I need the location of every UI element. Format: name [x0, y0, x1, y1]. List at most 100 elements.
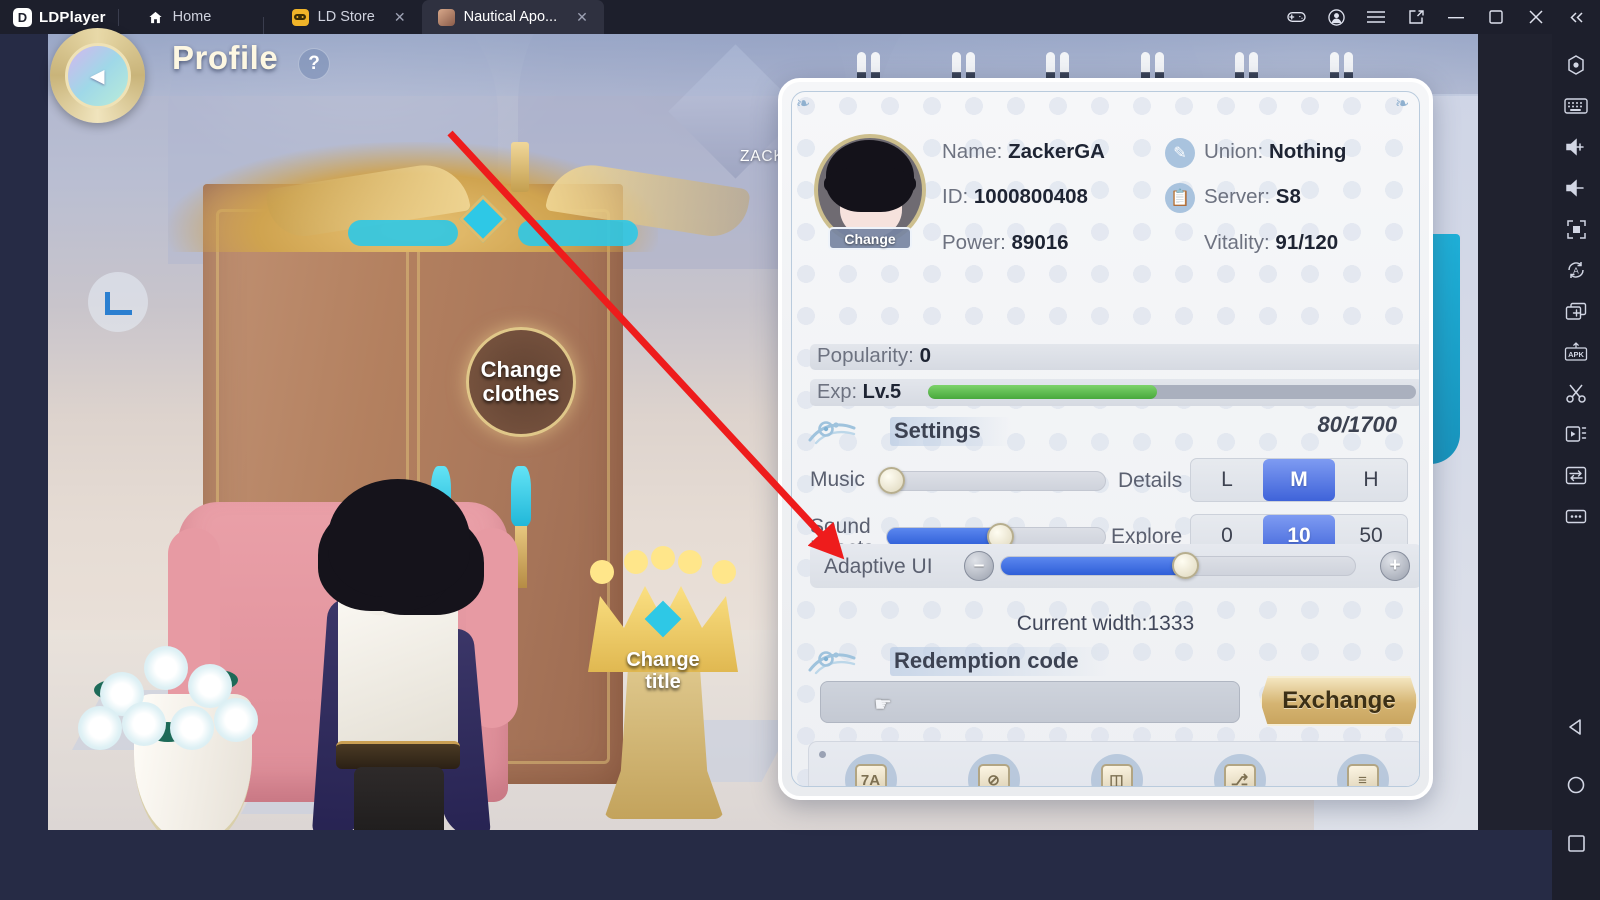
details-option-l[interactable]: L [1191, 459, 1263, 501]
recents-icon[interactable] [1559, 826, 1593, 860]
video-record-icon[interactable] [1559, 417, 1593, 451]
popout-icon[interactable] [1396, 0, 1436, 34]
name-value: ZackerGA [1008, 140, 1105, 163]
game-icon [437, 8, 455, 26]
page-title: Profile [172, 39, 279, 76]
emulator-sidebar: A APK [1552, 34, 1600, 900]
server-value: S8 [1275, 185, 1301, 208]
settings-title: Settings [890, 416, 1011, 446]
avatar[interactable]: Change [814, 134, 926, 250]
exp-level: Lv.5 [862, 381, 902, 403]
panel-inner: ❧ ❧ Change Name: ZackerGA ✎ Union: Nothi… [791, 91, 1420, 787]
install-apk-icon[interactable]: APK [1559, 335, 1593, 369]
vitality-field: Vitality: 91/120 [1204, 231, 1338, 255]
corner-ornament-icon: ❧ [796, 94, 811, 113]
settings-section-header: Settings [808, 414, 1011, 448]
fullscreen-icon[interactable] [1559, 212, 1593, 246]
pencil-icon[interactable]: ✎ [1165, 138, 1195, 168]
music-knob[interactable] [878, 467, 906, 494]
adaptive-knob[interactable] [1172, 552, 1200, 579]
more-icon[interactable] [1559, 499, 1593, 533]
change-title-button[interactable]: Change title [607, 632, 719, 712]
home-circle-icon[interactable] [1559, 768, 1593, 802]
tab-close-icon[interactable]: ✕ [576, 9, 588, 26]
exp-field: Exp: Lv.5 [817, 381, 901, 404]
volume-down-icon[interactable] [1559, 171, 1593, 205]
tab-ld-store[interactable]: LD Store ✕ [276, 0, 422, 34]
gamepad-icon[interactable] [1276, 0, 1316, 34]
app-name: LDPlayer [39, 8, 106, 26]
volume-up-icon[interactable] [1559, 130, 1593, 164]
exp-fill [928, 385, 1158, 399]
titlebar: LDPlayer Home LD Store ✕ Nautical Apo... [0, 0, 1600, 34]
masking-icon: ⊘ [967, 754, 1020, 786]
file-transfer-icon[interactable] [1559, 458, 1593, 492]
glyph: 7A [854, 764, 887, 786]
bottom-nav: 7ALanguage ⊘Maskinginformation ◫Account ⎇Se… [808, 741, 1419, 786]
glyph: ≡ [1346, 764, 1379, 786]
details-label: Details [1118, 469, 1183, 492]
adaptive-plus-button[interactable]: + [1380, 551, 1410, 581]
details-option-m[interactable]: M [1263, 459, 1335, 501]
bottom-nav-item-language[interactable]: 7ALanguage [815, 754, 927, 786]
exchange-button[interactable]: Exchange [1260, 676, 1418, 726]
tab-nautical-apo-label: Nautical Apo... [463, 9, 558, 25]
collapse-icon[interactable] [1556, 0, 1596, 34]
adaptive-fill [1001, 557, 1186, 575]
help-button[interactable]: ? [298, 48, 330, 80]
vitality-label: Vitality: [1204, 231, 1270, 254]
union-value: Nothing [1268, 140, 1347, 163]
menu-icon[interactable] [1356, 0, 1396, 34]
power-field: Power: 89016 [942, 231, 1069, 255]
change-clothes-button[interactable]: Change clothes [466, 327, 576, 437]
tab-nautical-apo[interactable]: Nautical Apo... ✕ [421, 0, 604, 34]
location-icon[interactable] [1559, 48, 1593, 82]
tab-close-icon[interactable]: ✕ [394, 9, 406, 26]
account-icon[interactable] [1316, 0, 1356, 34]
avatar-change-button[interactable]: Change [828, 227, 912, 250]
glyph: ◫ [1100, 764, 1133, 786]
bottom-nav-item-notice[interactable]: ≡Notice [1307, 754, 1419, 786]
redemption-title: Redemption code [890, 646, 1109, 676]
servers-icon: ⎇ [1213, 754, 1266, 786]
adaptive-minus-button[interactable]: – [964, 551, 994, 581]
change-title-line2: title [645, 671, 681, 693]
left-strip [0, 34, 48, 900]
adaptive-label: Adaptive UI [824, 555, 933, 578]
power-label: Power: [942, 231, 1006, 254]
belt [336, 741, 460, 769]
copy-icon[interactable]: 📋 [1165, 183, 1195, 213]
corner-ornament-icon: ❧ [1395, 94, 1410, 113]
store-icon [291, 8, 309, 26]
sound-label-line1: Sound [810, 515, 871, 538]
music-slider[interactable] [878, 467, 1106, 494]
details-segmented-control[interactable]: LMH [1190, 458, 1408, 502]
popularity-value: 0 [919, 344, 931, 367]
multi-instance-icon[interactable] [1559, 294, 1593, 328]
profile-panel: ❧ ❧ Change Name: ZackerGA ✎ Union: Nothi… [778, 78, 1433, 800]
wave-ornament-icon [808, 416, 880, 446]
scene-badge [88, 272, 148, 332]
scissors-icon[interactable] [1559, 376, 1593, 410]
id-value: 1000800408 [973, 185, 1088, 208]
tab-home[interactable]: Home [131, 0, 251, 34]
exp-track [928, 385, 1416, 399]
bottom-nav-item-account[interactable]: ◫Account [1061, 754, 1173, 786]
auto-rotate-icon[interactable]: A [1559, 253, 1593, 287]
close-icon[interactable] [1516, 0, 1556, 34]
glyph: ⎇ [1223, 764, 1256, 786]
crest-spire [511, 142, 529, 192]
bottom-nav-item-masking[interactable]: ⊘Maskinginformation [938, 754, 1050, 786]
minimize-icon[interactable] [1436, 0, 1476, 34]
legs [354, 767, 444, 830]
home-icon [147, 9, 164, 26]
bottom-nav-item-servers[interactable]: ⎇Servers [1184, 754, 1296, 786]
music-label: Music [810, 468, 865, 491]
back-icon[interactable] [1559, 710, 1593, 744]
details-option-h[interactable]: H [1335, 459, 1407, 501]
vitality-value: 91/120 [1275, 231, 1339, 254]
avatar-fringe [824, 166, 916, 200]
maximize-icon[interactable] [1476, 0, 1516, 34]
keyboard-icon[interactable] [1559, 89, 1593, 123]
adaptive-slider[interactable] [1000, 552, 1356, 579]
